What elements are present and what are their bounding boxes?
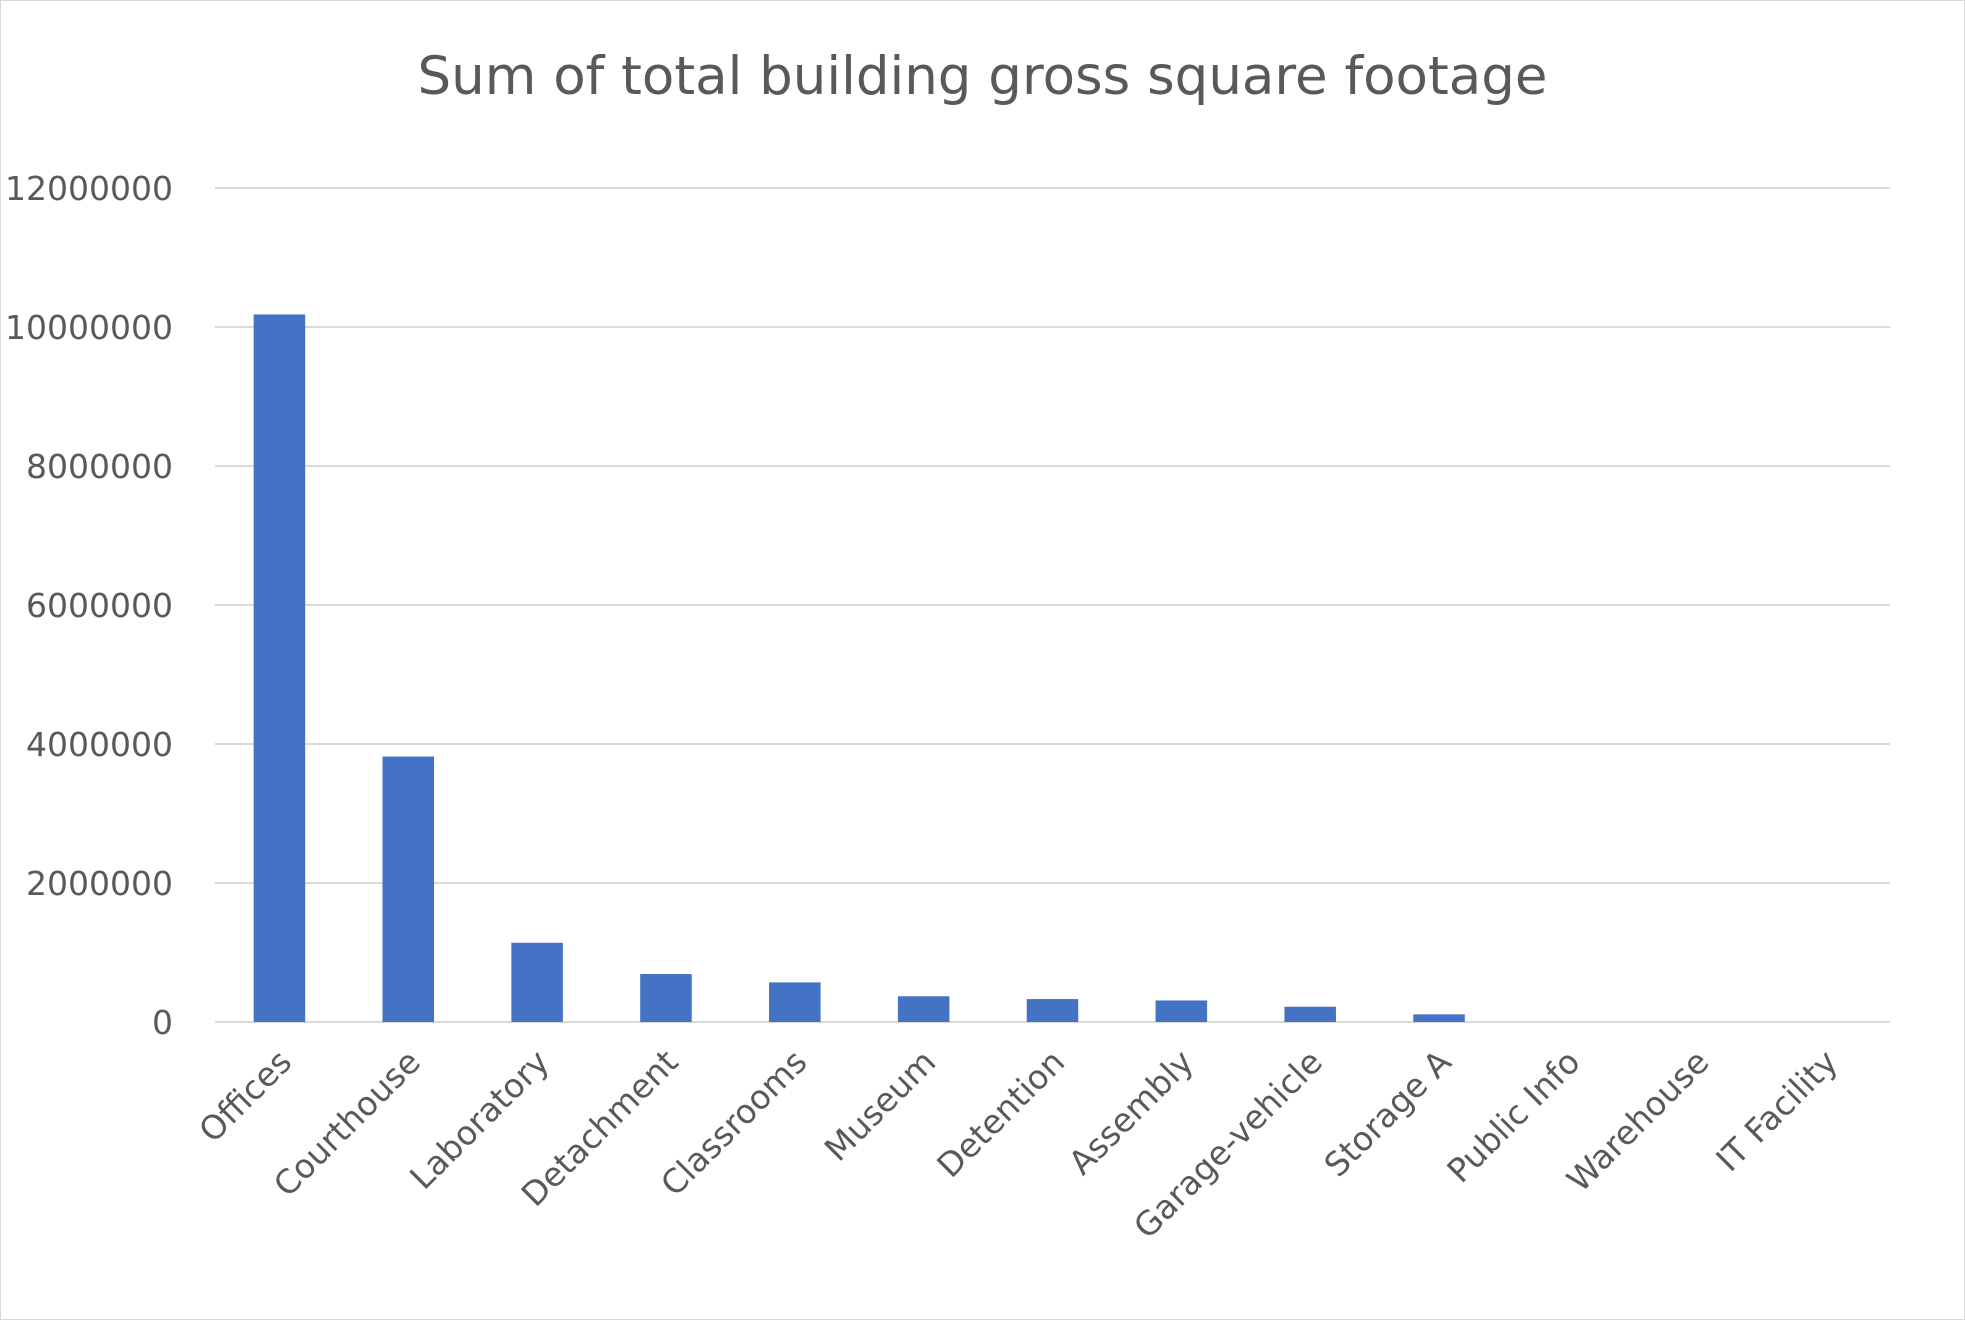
y-axis-ticks: 0 2000000 4000000 6000000 8000000 10000000 120… <box>5 169 173 1042</box>
y-tick-label: 2000000 <box>26 864 173 903</box>
bar-courthouse <box>382 756 435 1022</box>
y-tick-label: 8000000 <box>26 447 173 486</box>
bar-detention <box>1026 999 1079 1022</box>
bar-museum <box>897 996 950 1022</box>
x-tick-label: IT Facility <box>1708 1042 1845 1179</box>
x-tick-label: Detention <box>929 1042 1072 1185</box>
bar-garage-vehicle <box>1284 1006 1336 1022</box>
x-axis-ticks: OfficesCourthouseLaboratoryDetachmentCla… <box>191 1042 1845 1246</box>
x-tick-label: Storage A <box>1316 1042 1459 1185</box>
x-tick-label: Museum <box>817 1042 944 1169</box>
y-tick-label: 0 <box>152 1003 173 1042</box>
bar-assembly <box>1155 1000 1208 1022</box>
bar-laboratory <box>511 942 563 1022</box>
bar-detachment <box>640 974 692 1022</box>
bar-offices <box>253 314 306 1022</box>
gridlines <box>215 187 1890 1023</box>
x-tick-label: Offices <box>191 1042 299 1150</box>
bar-chart: 0 2000000 4000000 6000000 8000000 10000000 120… <box>5 169 1890 1246</box>
bar-classrooms <box>769 982 821 1022</box>
y-tick-label: 6000000 <box>26 586 173 625</box>
bar-storage-a <box>1413 1014 1465 1022</box>
bars <box>253 314 1465 1022</box>
y-tick-label: 12000000 <box>5 169 173 208</box>
y-tick-label: 4000000 <box>26 725 173 764</box>
x-tick-label: Assembly <box>1061 1042 1201 1182</box>
y-tick-label: 10000000 <box>5 308 173 347</box>
